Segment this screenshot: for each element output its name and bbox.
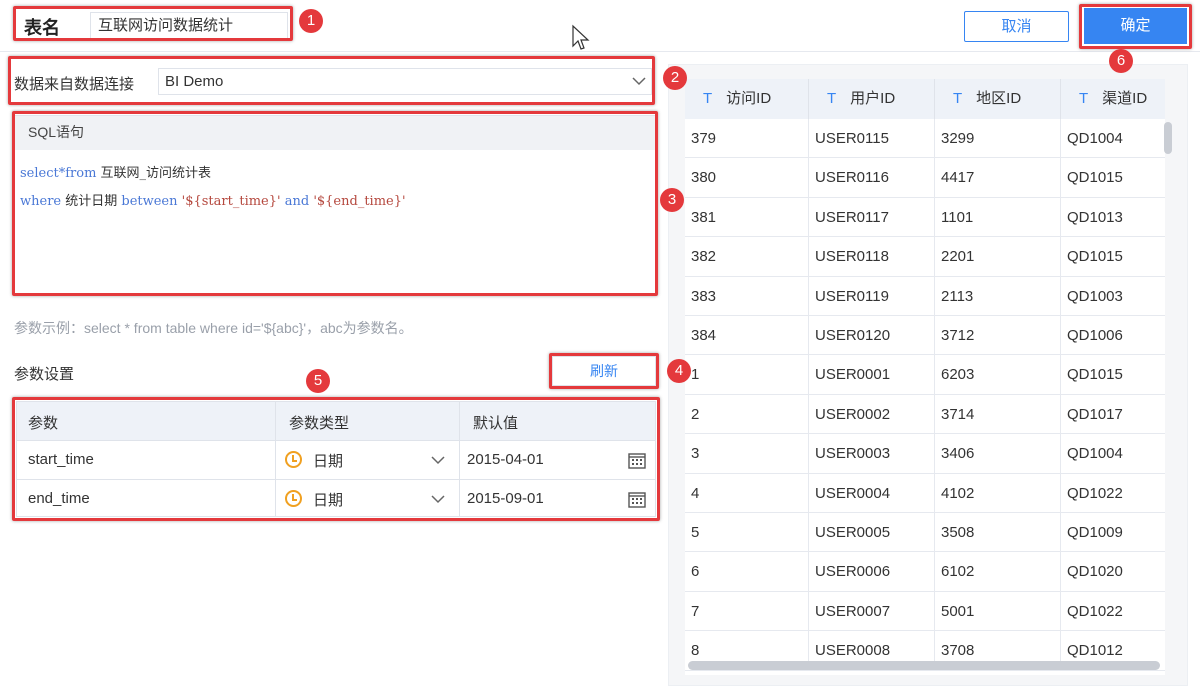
table-cell: 1101: [935, 197, 1061, 238]
table-cell: QD1015: [1061, 355, 1165, 395]
text-type-icon: T: [703, 90, 713, 107]
text-type-icon: T: [1079, 90, 1089, 107]
param-settings-title: 参数设置: [14, 366, 75, 383]
vertical-scrollbar[interactable]: [1164, 122, 1172, 154]
table-cell: 5001: [935, 591, 1061, 632]
table-cell: USER0003: [809, 434, 935, 474]
table-cell: 380: [685, 158, 809, 198]
table-cell: USER0005: [809, 513, 935, 553]
preview-table: T 访问ID T 用户ID T 地区ID T 渠道ID 379 USER0115 3299 Q…: [685, 79, 1165, 675]
preview-panel: T 访问ID T 用户ID T 地区ID T 渠道ID 379 USER0115 3299 Q…: [668, 64, 1188, 686]
table-cell: 6203: [935, 355, 1061, 395]
cancel-button[interactable]: 取消: [964, 11, 1069, 42]
table-cell: USER0116: [809, 158, 935, 198]
table-cell: USER0001: [809, 355, 935, 395]
table-cell: 3: [685, 434, 809, 474]
table-cell: 4: [685, 473, 809, 513]
annotation-badge: 6: [1109, 49, 1133, 73]
preview-col-header: T 访问ID: [685, 79, 809, 119]
preview-col-header: T 用户ID: [809, 79, 935, 119]
table-cell: 4102: [935, 473, 1061, 513]
annotation-badge: 5: [306, 369, 330, 393]
table-cell: QD1009: [1061, 513, 1165, 553]
table-cell: 4417: [935, 158, 1061, 198]
table-cell: QD1003: [1061, 277, 1165, 316]
table-cell: 3712: [935, 316, 1061, 356]
table-cell: USER0118: [809, 237, 935, 277]
table-cell: USER0120: [809, 316, 935, 356]
annotation-badge: 1: [299, 9, 323, 33]
highlight-box: [1079, 4, 1192, 49]
table-cell: QD1015: [1061, 237, 1165, 277]
table-cell: 379: [685, 119, 809, 159]
table-cell: 5: [685, 513, 809, 553]
annotation-badge: 2: [663, 66, 687, 90]
table-cell: QD1020: [1061, 552, 1165, 592]
table-cell: 383: [685, 276, 809, 316]
table-cell: 2201: [935, 237, 1061, 277]
table-cell: QD1017: [1061, 395, 1165, 435]
table-cell: 1: [685, 355, 809, 395]
text-type-icon: T: [953, 90, 963, 107]
table-cell: QD1004: [1061, 434, 1165, 474]
table-cell: QD1013: [1061, 198, 1165, 238]
table-cell: USER0119: [809, 276, 935, 316]
table-cell: 7: [685, 591, 809, 632]
table-cell: USER0115: [809, 119, 935, 159]
highlight-box: [13, 6, 293, 41]
table-cell: 3714: [935, 394, 1061, 435]
table-cell: USER0006: [809, 552, 935, 592]
table-cell: USER0007: [809, 591, 935, 632]
preview-col-header: T 渠道ID: [1061, 79, 1165, 119]
table-cell: QD1022: [1061, 474, 1165, 513]
table-cell: 381: [685, 197, 809, 238]
table-cell: USER0004: [809, 473, 935, 513]
highlight-box: [8, 56, 655, 105]
table-cell: 6102: [935, 552, 1061, 592]
mouse-cursor-icon: [572, 24, 590, 50]
table-cell: USER0002: [809, 394, 935, 435]
table-cell: QD1006: [1061, 316, 1165, 356]
param-hint: 参数示例：select * from table where id='${abc…: [14, 320, 413, 336]
table-cell: 384: [685, 316, 809, 356]
table-cell: USER0117: [809, 197, 935, 238]
annotation-badge: 4: [667, 359, 691, 383]
table-cell: QD1022: [1061, 592, 1165, 632]
table-cell: 3299: [935, 119, 1061, 159]
table-cell: 2113: [935, 276, 1061, 316]
table-cell: QD1004: [1061, 119, 1165, 159]
table-cell: 3508: [935, 513, 1061, 553]
table-cell: 382: [685, 237, 809, 277]
highlight-box: [549, 353, 659, 389]
table-cell: QD1015: [1061, 158, 1165, 198]
table-cell: 3406: [935, 434, 1061, 474]
highlight-box: [12, 397, 660, 521]
table-cell: 6: [685, 552, 809, 592]
annotation-badge: 3: [660, 188, 684, 212]
highlight-box: [12, 111, 658, 296]
table-cell: 2: [685, 394, 809, 435]
preview-col-header: T 地区ID: [935, 79, 1061, 119]
horizontal-scrollbar[interactable]: [688, 661, 1160, 670]
text-type-icon: T: [827, 90, 837, 107]
